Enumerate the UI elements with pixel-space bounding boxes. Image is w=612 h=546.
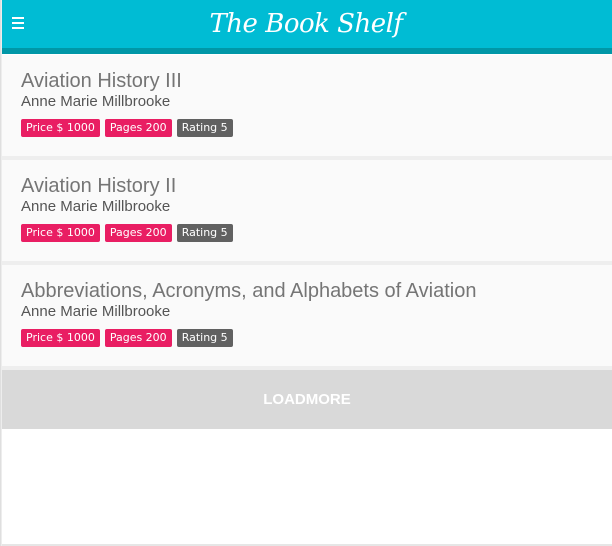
book-title: Aviation History II [21,175,177,197]
app-bar: The Book Shelf [0,0,612,54]
book-badges: Price $ 1000 Pages 200 Rating 5 [21,329,233,347]
book-shelf-screen: The Book Shelf Aviation History III Anne… [0,0,612,546]
left-edge-shadow [0,0,2,546]
book-card[interactable]: Aviation History II Anne Marie Millbrook… [2,160,612,265]
book-title: Abbreviations, Acronyms, and Alphabets o… [21,280,477,302]
rating-badge: Rating 5 [176,329,233,347]
book-title: Aviation History III [21,70,182,92]
pages-badge: Pages 200 [104,119,172,137]
book-author: Anne Marie Millbrooke [21,198,171,215]
pages-badge: Pages 200 [104,329,172,347]
rating-badge: Rating 5 [176,224,233,242]
pages-badge: Pages 200 [104,224,172,242]
price-badge: Price $ 1000 [21,329,100,347]
rating-badge: Rating 5 [176,119,233,137]
book-author: Anne Marie Millbrooke [21,303,171,320]
price-badge: Price $ 1000 [21,119,100,137]
book-card[interactable]: Abbreviations, Acronyms, and Alphabets o… [2,265,612,370]
app-title: The Book Shelf [209,9,403,39]
book-author: Anne Marie Millbrooke [21,93,171,110]
price-badge: Price $ 1000 [21,224,100,242]
load-more-button[interactable]: LOADMORE [2,370,612,429]
book-card[interactable]: Aviation History III Anne Marie Millbroo… [2,55,612,160]
book-badges: Price $ 1000 Pages 200 Rating 5 [21,119,233,137]
book-badges: Price $ 1000 Pages 200 Rating 5 [21,224,233,242]
book-list: Aviation History III Anne Marie Millbroo… [2,55,612,370]
